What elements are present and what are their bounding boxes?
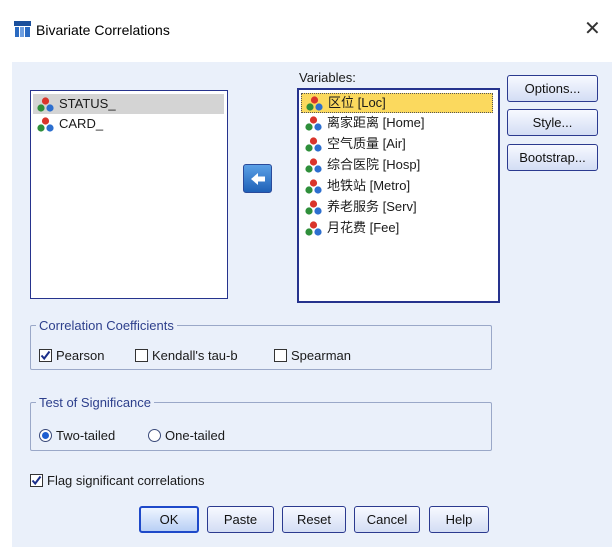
options-button-label: Options... xyxy=(524,81,581,96)
pearson-label: Pearson xyxy=(56,348,105,363)
source-variable-list[interactable]: STATUS_ CARD_ xyxy=(30,90,228,299)
arrow-left-icon xyxy=(250,172,265,185)
variable-item-label: 区位 [Loc] xyxy=(328,95,386,110)
paste-button-label: Paste xyxy=(223,512,258,527)
kendall-label: Kendall's tau-b xyxy=(152,348,238,363)
paste-button[interactable]: Paste xyxy=(207,506,274,533)
ok-button[interactable]: OK xyxy=(139,506,199,533)
checkbox-unchecked-icon[interactable] xyxy=(135,349,148,362)
test-of-significance-title: Test of Significance xyxy=(39,395,152,410)
variable-item[interactable]: 综合医院 [Hosp] xyxy=(301,155,497,175)
variable-item-label: 离家距离 [Home] xyxy=(327,115,425,130)
pearson-checkbox[interactable]: Pearson xyxy=(39,348,104,363)
bootstrap-button[interactable]: Bootstrap... xyxy=(507,144,598,171)
variable-item-label: 养老服务 [Serv] xyxy=(327,199,417,214)
nominal-variable-icon xyxy=(305,136,322,152)
variable-item[interactable]: 月花费 [Fee] xyxy=(301,218,497,238)
spearman-label: Spearman xyxy=(291,348,351,363)
flag-significant-label: Flag significant correlations xyxy=(47,473,205,488)
nominal-variable-icon xyxy=(305,157,322,173)
reset-button-label: Reset xyxy=(297,512,331,527)
source-item-label: CARD_ xyxy=(59,116,104,131)
variable-item-label: 地铁站 [Metro] xyxy=(327,178,411,193)
variable-item[interactable]: 空气质量 [Air] xyxy=(301,134,497,154)
variable-item[interactable]: 地铁站 [Metro] xyxy=(301,176,497,196)
checkbox-unchecked-icon[interactable] xyxy=(274,349,287,362)
radio-selected-icon[interactable] xyxy=(39,429,52,442)
variable-item-label: 空气质量 [Air] xyxy=(327,136,406,151)
ok-button-label: OK xyxy=(159,512,179,527)
radio-unselected-icon[interactable] xyxy=(148,429,161,442)
spss-dialog-icon xyxy=(14,21,31,38)
style-button[interactable]: Style... xyxy=(507,109,598,136)
flag-significant-checkbox[interactable]: Flag significant correlations xyxy=(30,473,205,488)
variable-item-label: 月花费 [Fee] xyxy=(327,220,400,235)
cancel-button-label: Cancel xyxy=(366,512,408,527)
checkbox-checked-icon[interactable] xyxy=(30,474,43,487)
nominal-variable-icon xyxy=(305,220,322,236)
variable-item-label: 综合医院 [Hosp] xyxy=(327,157,421,172)
variable-item[interactable]: 离家距离 [Home] xyxy=(301,113,497,133)
two-tailed-radio[interactable]: Two-tailed xyxy=(39,428,115,443)
nominal-variable-icon xyxy=(305,178,322,194)
one-tailed-label: One-tailed xyxy=(165,428,225,443)
variables-label: Variables: xyxy=(299,70,356,85)
dialog-body: STATUS_ CARD_ Variables: 区位 [Loc] 离家距离 [… xyxy=(12,62,612,547)
nominal-variable-icon xyxy=(305,115,322,131)
two-tailed-label: Two-tailed xyxy=(56,428,116,443)
move-variable-button[interactable] xyxy=(243,164,272,193)
source-item-card[interactable]: CARD_ xyxy=(33,114,224,134)
options-button[interactable]: Options... xyxy=(507,75,598,102)
nominal-variable-icon xyxy=(37,116,54,132)
window-title: Bivariate Correlations xyxy=(36,22,170,38)
correlation-coefficients-title: Correlation Coefficients xyxy=(39,318,174,333)
source-item-label: STATUS_ xyxy=(59,96,116,111)
bootstrap-button-label: Bootstrap... xyxy=(519,150,586,165)
variable-item[interactable]: 区位 [Loc] xyxy=(301,93,493,113)
nominal-variable-icon xyxy=(37,96,54,112)
source-item-status[interactable]: STATUS_ xyxy=(33,94,224,114)
title-bar: Bivariate Correlations ✕ xyxy=(0,0,612,62)
one-tailed-radio[interactable]: One-tailed xyxy=(148,428,225,443)
reset-button[interactable]: Reset xyxy=(282,506,346,533)
style-button-label: Style... xyxy=(532,115,573,130)
kendall-checkbox[interactable]: Kendall's tau-b xyxy=(135,348,238,363)
variable-item[interactable]: 养老服务 [Serv] xyxy=(301,197,497,217)
checkbox-checked-icon[interactable] xyxy=(39,349,52,362)
nominal-variable-icon xyxy=(306,95,323,111)
variables-list[interactable]: 区位 [Loc] 离家距离 [Home] 空气质量 [Air] 综合医院 [Ho… xyxy=(297,88,500,303)
close-icon[interactable]: ✕ xyxy=(584,16,601,41)
spearman-checkbox[interactable]: Spearman xyxy=(274,348,351,363)
help-button[interactable]: Help xyxy=(429,506,489,533)
cancel-button[interactable]: Cancel xyxy=(354,506,420,533)
nominal-variable-icon xyxy=(305,199,322,215)
help-button-label: Help xyxy=(445,512,473,527)
